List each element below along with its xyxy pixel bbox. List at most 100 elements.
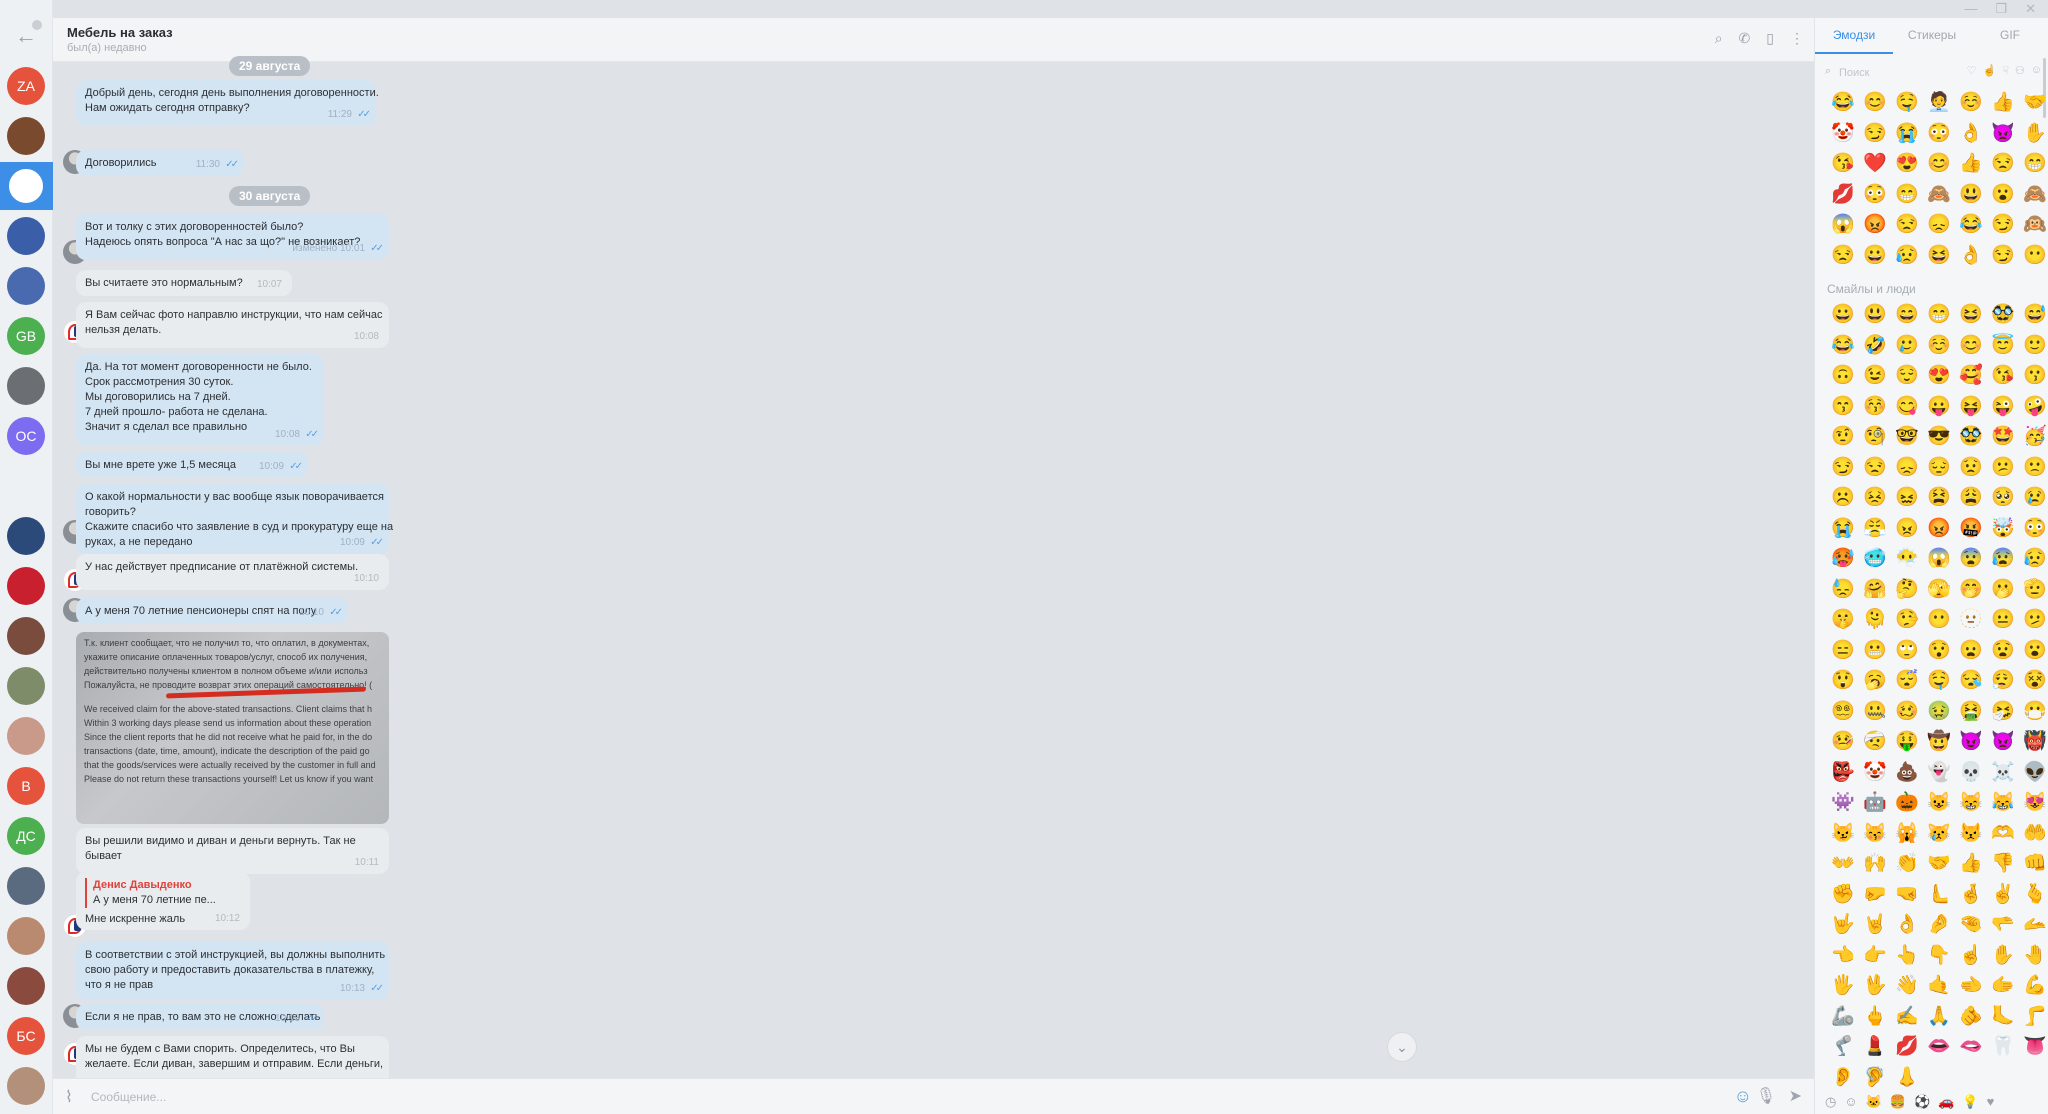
emoji-item[interactable]: 😫	[1923, 483, 1955, 514]
message-bubble[interactable]: Вы считаете это нормальным? 10:07	[76, 270, 292, 296]
emoji-item[interactable]: 🥳	[2019, 422, 2048, 453]
emoji-item[interactable]: 🫠	[1859, 605, 1891, 636]
emoji-item[interactable]: ✊	[1827, 880, 1859, 911]
emoji-item[interactable]: 🤨	[1827, 422, 1859, 453]
emoji-item[interactable]: 😋	[1891, 392, 1923, 423]
chat-avatar[interactable]	[7, 217, 45, 255]
emoji-item[interactable]: 😹	[1987, 788, 2019, 819]
emoji-item[interactable]: 😅	[2019, 300, 2048, 331]
emoji-item[interactable]: 🥵	[1827, 544, 1859, 575]
emoji-item[interactable]: 🤣	[1859, 331, 1891, 362]
emoji-item[interactable]: 🫷	[1923, 880, 1955, 911]
emoji-item[interactable]: 😗	[2019, 361, 2048, 392]
emoji-item[interactable]: 💄	[1859, 1032, 1891, 1063]
sidebar-icon[interactable]: ▯	[1766, 30, 1774, 47]
emoji-item[interactable]: 😒	[1827, 241, 1859, 272]
emoji-item[interactable]: 😊	[1859, 88, 1891, 119]
emoji-item[interactable]: ☹️	[1827, 483, 1859, 514]
emoji-item[interactable]: 🦵	[2019, 1002, 2048, 1033]
emoji-item[interactable]: 👿	[1987, 727, 2019, 758]
emoji-item[interactable]: 😸	[1955, 788, 1987, 819]
emoji-item[interactable]: 😏	[1987, 210, 2019, 241]
emoji-item[interactable]: 🤚	[2019, 941, 2048, 972]
emoji-item[interactable]: 🤛	[1859, 880, 1891, 911]
emoji-item[interactable]: 🙃	[1827, 361, 1859, 392]
emoji-item[interactable]: 😟	[1955, 453, 1987, 484]
emoji-item[interactable]: 😘	[1827, 149, 1859, 180]
emoji-item[interactable]: 🧐	[1859, 422, 1891, 453]
emoji-item[interactable]: 🙏	[1923, 1002, 1955, 1033]
emoji-item[interactable]: 🫣	[1923, 575, 1955, 606]
emoji-item[interactable]: 👅	[2019, 1032, 2048, 1063]
emoji-item[interactable]: 🫵	[1955, 1002, 1987, 1033]
emoji-item[interactable]: 😞	[1891, 453, 1923, 484]
emoji-item[interactable]: 🫢	[1987, 575, 2019, 606]
emoji-item[interactable]: 🤓	[1891, 422, 1923, 453]
emoji-item[interactable]: 👏	[1891, 849, 1923, 880]
emoji-item[interactable]: 🧑‍💼	[1923, 88, 1955, 119]
emoji-item[interactable]: 🤢	[1923, 697, 1955, 728]
emoji-item[interactable]: 🫦	[1955, 1032, 1987, 1063]
emoji-item[interactable]: 💋	[1891, 1032, 1923, 1063]
emoji-item[interactable]: 😏	[1987, 241, 2019, 272]
message-bubble[interactable]: В соответствии с этой инструкцией, вы до…	[76, 942, 389, 1000]
emoji-item[interactable]: 😂	[1955, 210, 1987, 241]
chat-avatar[interactable]	[7, 267, 45, 305]
emoji-item[interactable]: 🥸	[1987, 300, 2019, 331]
emoji-item[interactable]: 😕	[1987, 453, 2019, 484]
emoji-item[interactable]: 🙈	[1923, 180, 1955, 211]
emoji-item[interactable]: 🥺	[1987, 483, 2019, 514]
message-bubble[interactable]: Добрый день, сегодня день выполнения дог…	[76, 80, 379, 126]
emoji-item[interactable]: 🫳	[1987, 910, 2019, 941]
emoji-item[interactable]: 😝	[1955, 392, 1987, 423]
chat-avatar[interactable]: ДС	[7, 817, 45, 855]
clock-icon[interactable]: ◷	[1825, 1090, 1836, 1114]
emoji-item[interactable]: 👾	[1827, 788, 1859, 819]
emoji-item[interactable]: 🥰	[1955, 361, 1987, 392]
emoji-item[interactable]: 🫰	[2019, 880, 2048, 911]
chat-avatar[interactable]	[7, 617, 45, 655]
minimize-button[interactable]: —	[1964, 0, 1977, 18]
emoji-item[interactable]: 👆	[1891, 941, 1923, 972]
emoji-item[interactable]: 😈	[1955, 727, 1987, 758]
heart-icon[interactable]: ♡	[1967, 64, 1977, 77]
emoji-item[interactable]: 😞	[1923, 210, 1955, 241]
emoji-item[interactable]: 😺	[1923, 788, 1955, 819]
emoji-item[interactable]: 👉	[1859, 941, 1891, 972]
chat-avatar[interactable]	[7, 917, 45, 955]
emoji-item[interactable]: 😳	[1923, 119, 1955, 150]
emoji-item[interactable]: 😏	[1827, 453, 1859, 484]
emoji-item[interactable]: 😆	[1955, 300, 1987, 331]
chat-avatar[interactable]	[7, 567, 45, 605]
chat-avatar[interactable]	[7, 467, 45, 505]
emoji-item[interactable]: 🤥	[1891, 605, 1923, 636]
maximize-button[interactable]: ❐	[1995, 0, 2007, 18]
chat-avatar[interactable]	[7, 1067, 45, 1105]
emoji-item[interactable]: ☺️	[1955, 88, 1987, 119]
emoji-item[interactable]: 🤮	[1955, 697, 1987, 728]
emoji-item[interactable]: 🖐️	[1827, 971, 1859, 1002]
emoji-item[interactable]: 🖕	[1859, 1002, 1891, 1033]
emoji-item[interactable]: ✍️	[1891, 1002, 1923, 1033]
emoji-item[interactable]: 🤖	[1859, 788, 1891, 819]
emoji-item[interactable]: 🤤	[1891, 88, 1923, 119]
emoji-item[interactable]: 😌	[1891, 361, 1923, 392]
emoji-item[interactable]: 😂	[1827, 88, 1859, 119]
emoji-item[interactable]: 🤜	[1891, 880, 1923, 911]
emoji-item[interactable]: 😬	[1859, 636, 1891, 667]
emoji-item[interactable]: 🤕	[1859, 727, 1891, 758]
emoji-item[interactable]: 🤭	[1955, 575, 1987, 606]
emoji-item[interactable]: 😀	[1859, 241, 1891, 272]
emoji-item[interactable]: 🫡	[2019, 575, 2048, 606]
emoji-item[interactable]: 😥	[1891, 241, 1923, 272]
message-bubble[interactable]: Вот и толку с этих договоренностей было?…	[76, 214, 389, 260]
emoji-item[interactable]: 🙁	[2019, 453, 2048, 484]
emoji-item[interactable]: 🫴	[2019, 910, 2048, 941]
emoji-item[interactable]: 👄	[1923, 1032, 1955, 1063]
emoji-item[interactable]: 🤌	[1923, 910, 1955, 941]
emoji-item[interactable]: 🙈	[2019, 180, 2048, 211]
tab-stickers[interactable]: Стикеры	[1893, 18, 1971, 54]
emoji-item[interactable]: 😥	[2019, 544, 2048, 575]
emoji-item[interactable]: 😍	[1891, 149, 1923, 180]
message-bubble[interactable]: Да. На тот момент договоренности не было…	[76, 354, 324, 446]
